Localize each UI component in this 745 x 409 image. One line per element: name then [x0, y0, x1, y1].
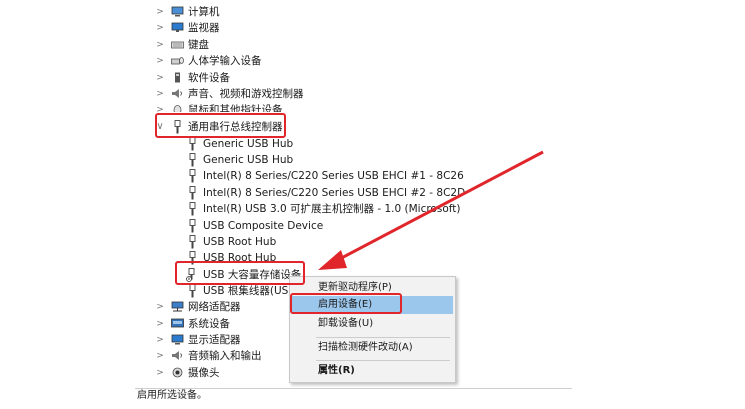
arrow-head-icon	[318, 250, 347, 270]
arrow-shaft	[331, 150, 544, 265]
annotation-arrow	[318, 150, 544, 270]
